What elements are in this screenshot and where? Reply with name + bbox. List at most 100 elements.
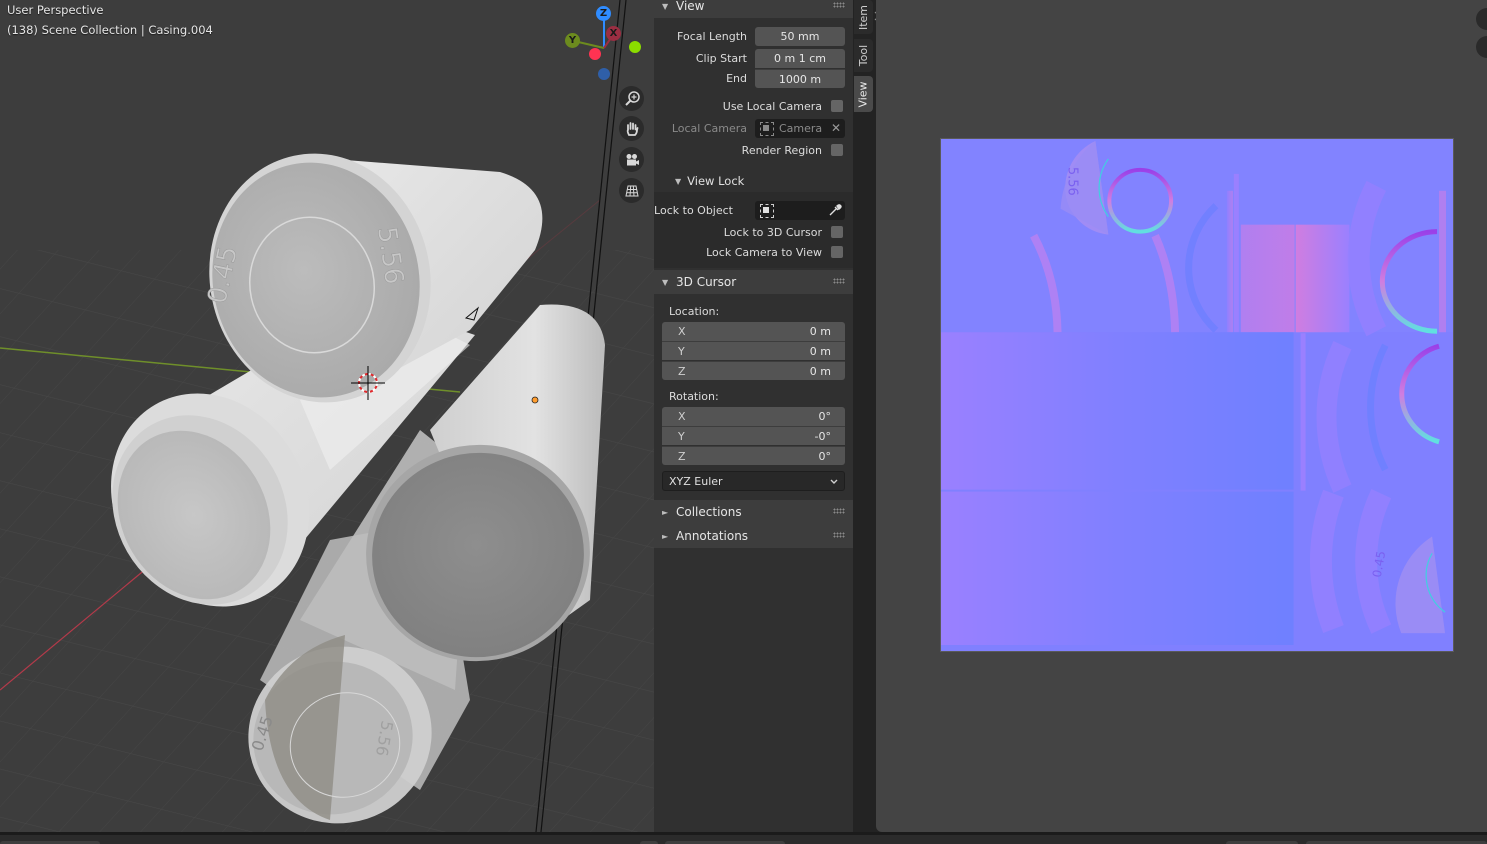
view-perspective-label: User Perspective — [7, 3, 104, 17]
cursor-rotation-z-field[interactable]: Z 0° — [662, 446, 845, 465]
lock-camera-to-view-label: Lock Camera to View — [706, 245, 822, 259]
ortho-toggle-button[interactable] — [619, 178, 644, 203]
status-bar — [0, 832, 1487, 844]
local-camera-value: Camera — [779, 121, 823, 135]
gizmo-neg-x-axis[interactable] — [589, 48, 601, 60]
lock-to-3d-cursor-label: Lock to 3D Cursor — [723, 225, 822, 239]
gizmo-neg-z-axis[interactable] — [598, 68, 610, 80]
3d-cursor-panel-header[interactable]: ▼ 3D Cursor — [654, 270, 853, 294]
local-camera-field[interactable]: Camera ✕ — [755, 118, 845, 138]
use-local-camera-label: Use Local Camera — [722, 99, 822, 113]
lock-to-object-label: Lock to Object — [654, 203, 733, 217]
uv-island-side-a — [1240, 224, 1295, 333]
cursor-location-x-field[interactable]: X 0 m — [662, 322, 845, 341]
camera-view-button[interactable] — [619, 147, 644, 172]
eyedropper-icon[interactable] — [828, 203, 842, 217]
scene-render[interactable]: 0.45 5.56 0.45 5.56 — [0, 0, 654, 832]
use-local-camera-checkbox[interactable] — [831, 100, 843, 112]
render-region-label: Render Region — [741, 143, 822, 157]
axis-label: Y — [678, 344, 685, 358]
drag-grip-icon[interactable] — [833, 532, 845, 538]
tab-label: Tool — [857, 44, 870, 67]
view-panel-header[interactable]: ▼ View — [654, 0, 853, 18]
axis-label: Y — [678, 429, 685, 443]
object-icon — [759, 121, 774, 136]
lock-to-3d-cursor-row: Lock to 3D Cursor — [654, 222, 853, 242]
clip-start-label: Clip Start — [695, 51, 747, 65]
lock-to-object-field[interactable] — [755, 200, 845, 220]
image-editor-nav-button[interactable] — [1476, 8, 1487, 30]
clip-start-field[interactable]: 0 m 1 cm — [755, 48, 845, 68]
pan-button[interactable] — [619, 116, 644, 141]
lock-camera-to-view-row: Lock Camera to View — [654, 242, 853, 262]
object-origin[interactable] — [531, 396, 539, 404]
tab-label: View — [857, 80, 871, 108]
axis-value: 0 m — [809, 325, 831, 338]
render-region-checkbox[interactable] — [831, 144, 843, 156]
focal-length-field[interactable]: 50 mm — [755, 26, 845, 46]
rotation-mode-dropdown[interactable]: XYZ Euler — [662, 471, 845, 491]
uv-island-side-b — [1295, 224, 1350, 333]
view-panel-title: View — [676, 0, 705, 13]
gizmo-z-axis[interactable]: Z — [596, 6, 611, 21]
lock-to-3d-cursor-checkbox[interactable] — [831, 226, 843, 238]
axis-label: X — [678, 325, 686, 338]
uv-island-body-lower — [941, 491, 1294, 646]
gizmo-y-axis[interactable]: Y — [565, 33, 580, 48]
clip-end-label: End — [726, 71, 747, 85]
gizmo-neg-y-axis[interactable] — [629, 41, 641, 53]
expand-triangle-icon: ► — [662, 531, 669, 541]
clear-x-icon[interactable]: ✕ — [831, 121, 841, 135]
axis-label: X — [678, 410, 686, 423]
collections-panel-header[interactable]: ► Collections — [654, 500, 853, 524]
clip-end-field[interactable]: 1000 m — [755, 68, 845, 88]
axis-value: 0 m — [809, 364, 831, 378]
gizmo-x-axis[interactable]: X — [606, 26, 621, 41]
zoom-icon — [624, 90, 640, 106]
zoom-button[interactable] — [619, 86, 644, 111]
ortho-grid-icon — [624, 185, 639, 196]
3d-viewport[interactable]: 0.45 5.56 0.45 5.56 User Perspective (13… — [0, 0, 654, 832]
collapse-triangle-icon: ▼ — [662, 277, 669, 287]
normal-map-texture[interactable]: 5.56 0.45 — [940, 138, 1454, 652]
collapse-triangle-icon: ▼ — [675, 176, 682, 186]
sidebar-tab-strip: Item Tool View — [853, 0, 880, 832]
cursor-rotation-y-field[interactable]: Y -0° — [662, 426, 845, 445]
uv-island-body-upper — [941, 332, 1294, 490]
location-label: Location: — [669, 305, 720, 318]
lock-to-object-row: Lock to Object — [654, 200, 853, 220]
cursor-rotation-x-field[interactable]: X 0° — [662, 407, 845, 426]
image-editor-nav-button[interactable] — [1476, 36, 1487, 58]
tab-label: Item — [857, 4, 871, 30]
collections-panel-title: Collections — [676, 505, 742, 519]
rotation-mode-value: XYZ Euler — [669, 474, 723, 488]
focal-length-row: Focal Length 50 mm — [654, 26, 853, 46]
object-icon — [759, 203, 774, 218]
drag-grip-icon[interactable] — [833, 2, 845, 8]
tab-tool[interactable]: Tool — [854, 39, 873, 72]
local-camera-label: Local Camera — [671, 121, 747, 135]
render-region-row: Render Region — [654, 140, 853, 160]
cursor-location-y-field[interactable]: Y 0 m — [662, 341, 845, 360]
use-local-camera-row: Use Local Camera — [654, 96, 853, 116]
view-lock-subpanel-header[interactable]: ▼ View Lock — [654, 170, 853, 192]
camera-view-icon — [626, 153, 639, 165]
annotations-panel-header[interactable]: ► Annotations — [654, 524, 853, 548]
image-editor[interactable]: 5.56 0.45 — [876, 0, 1487, 832]
sidebar-n-panel: ▼ View Focal Length 50 mm Clip Start 0 m… — [654, 0, 853, 832]
axis-value: 0° — [818, 449, 832, 463]
tab-item[interactable]: Item — [854, 0, 873, 34]
drag-grip-icon[interactable] — [833, 508, 845, 514]
focal-length-label: Focal Length — [677, 29, 747, 43]
pan-hand-icon — [626, 121, 638, 136]
expand-triangle-icon: ► — [662, 507, 669, 517]
tab-view[interactable]: View — [854, 76, 873, 112]
lock-camera-to-view-checkbox[interactable] — [831, 246, 843, 258]
drag-grip-icon[interactable] — [833, 278, 845, 284]
3d-cursor-panel-title: 3D Cursor — [676, 275, 737, 289]
annotations-panel-title: Annotations — [676, 529, 749, 543]
clip-end-row: End 1000 m — [654, 68, 853, 88]
cursor-location-z-field[interactable]: Z 0 m — [662, 361, 845, 380]
svg-text:5.56: 5.56 — [1065, 167, 1080, 196]
axis-value: 0 m — [809, 344, 831, 358]
